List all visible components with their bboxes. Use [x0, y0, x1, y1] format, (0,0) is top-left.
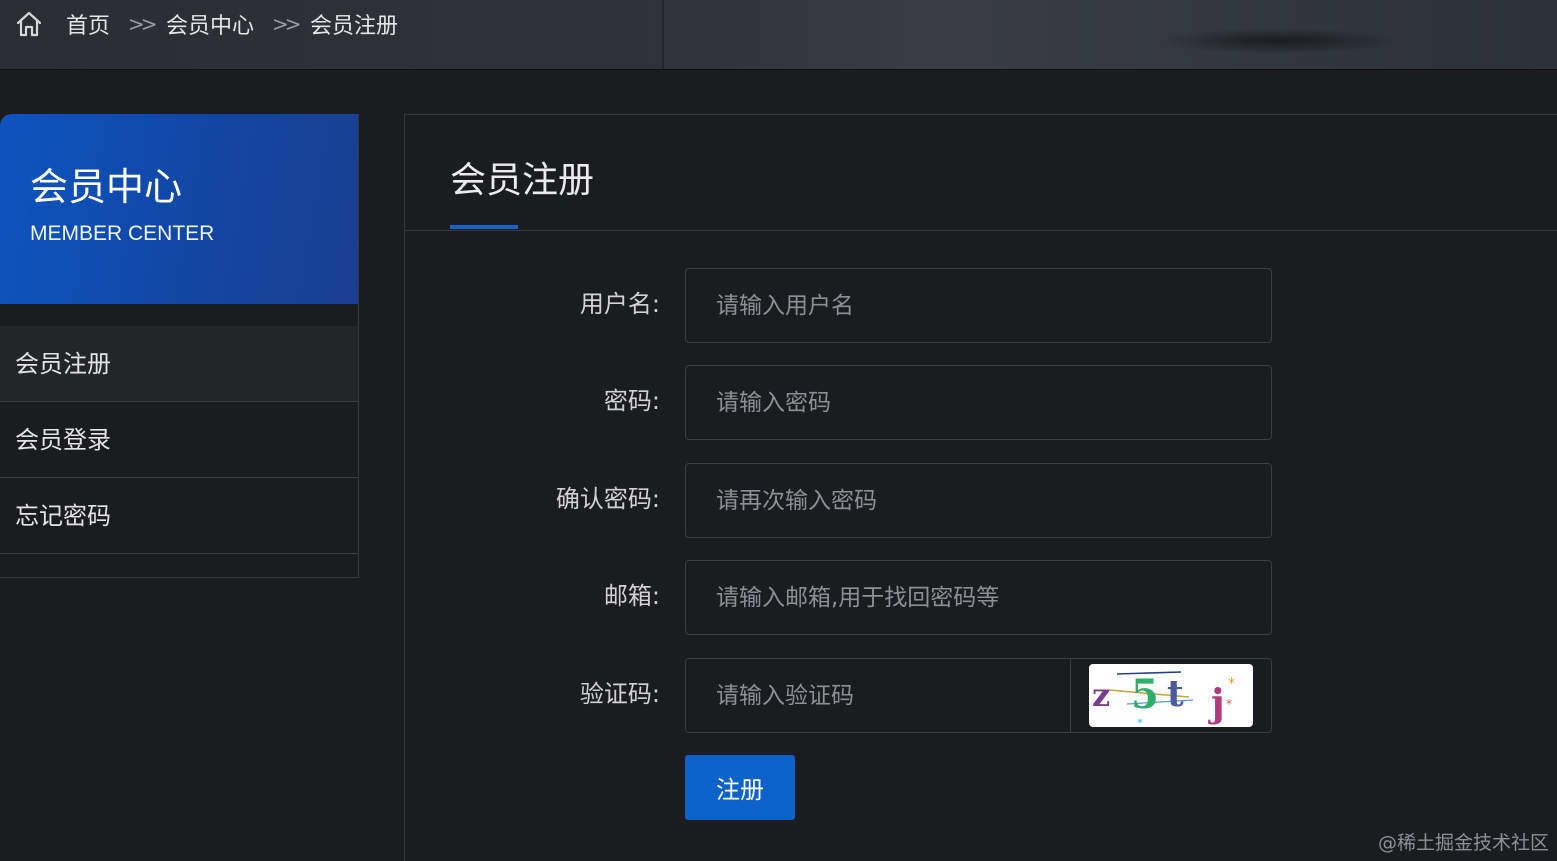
banner-decoration: [1160, 28, 1400, 54]
breadcrumb-current: 会员注册: [310, 14, 399, 39]
email-input[interactable]: [685, 560, 1272, 635]
email-label: 邮箱:: [603, 582, 660, 610]
confirm-password-label: 确认密码:: [555, 485, 660, 513]
username-row: 用户名:: [405, 268, 1557, 343]
svg-text:5: 5: [1131, 671, 1159, 718]
home-icon[interactable]: [14, 9, 44, 39]
svg-text:z: z: [1092, 676, 1110, 714]
breadcrumb-member-center-link[interactable]: 会员中心: [166, 8, 254, 40]
breadcrumb-separator: >>: [272, 12, 302, 36]
breadcrumb-home-link[interactable]: 首页: [66, 8, 110, 40]
password-label: 密码:: [603, 387, 660, 415]
breadcrumb-separator: >>: [128, 12, 158, 36]
sidebar-item-register[interactable]: 会员注册: [0, 326, 358, 402]
svg-text:*: *: [1137, 716, 1143, 727]
captcha-input[interactable]: [686, 659, 1071, 732]
captcha-group: z 5 t j * * *: [685, 658, 1272, 733]
confirm-password-input[interactable]: [685, 463, 1272, 538]
password-input[interactable]: [685, 365, 1272, 440]
top-banner: 首页 >> 会员中心 >> 会员注册: [0, 0, 1557, 70]
captcha-image[interactable]: z 5 t j * * *: [1089, 664, 1253, 730]
sidebar-subtitle: MEMBER CENTER: [30, 222, 215, 245]
username-input[interactable]: [685, 268, 1272, 343]
username-label: 用户名:: [579, 290, 660, 318]
captcha-label: 验证码:: [579, 680, 660, 708]
sidebar: 会员中心 MEMBER CENTER 会员注册 会员登录 忘记密码: [0, 114, 359, 578]
register-submit-button[interactable]: 注册: [685, 755, 795, 820]
watermark: @稀土掘金技术社区: [1377, 832, 1549, 854]
confirm-password-row: 确认密码:: [405, 463, 1557, 538]
sidebar-header: 会员中心 MEMBER CENTER: [0, 114, 358, 304]
breadcrumb: 首页 >> 会员中心 >> 会员注册: [14, 6, 398, 42]
title-underline: [450, 225, 518, 229]
svg-text:*: *: [1228, 676, 1235, 692]
sidebar-item-login[interactable]: 会员登录: [0, 402, 358, 478]
captcha-row: 验证码: z 5 t j * * *: [405, 658, 1557, 733]
svg-text:t: t: [1167, 673, 1184, 715]
register-panel: 会员注册 用户名: 密码: 确认密码: 邮箱: 验证码:: [404, 114, 1557, 861]
email-row: 邮箱:: [405, 560, 1557, 635]
panel-header: 会员注册: [405, 115, 1557, 231]
svg-text:j: j: [1208, 680, 1225, 725]
sidebar-item-forgot-password[interactable]: 忘记密码: [0, 478, 358, 554]
sidebar-menu: 会员注册 会员登录 忘记密码: [0, 326, 358, 554]
password-row: 密码:: [405, 365, 1557, 440]
page-title: 会员注册: [450, 160, 595, 201]
sidebar-title: 会员中心: [30, 165, 183, 209]
svg-text:*: *: [1226, 697, 1232, 711]
banner-decoration: [662, 0, 664, 69]
